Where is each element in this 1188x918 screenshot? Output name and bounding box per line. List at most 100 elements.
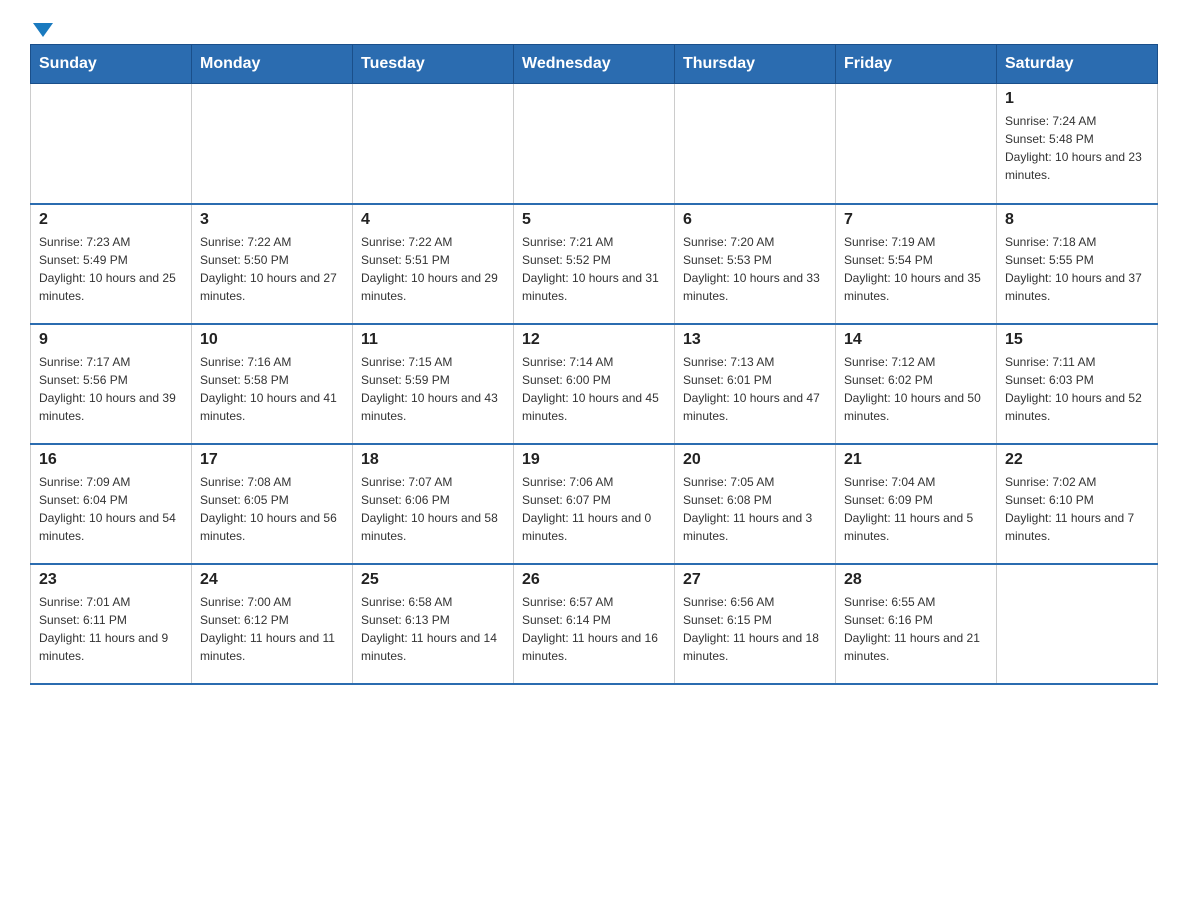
calendar-cell: 2Sunrise: 7:23 AMSunset: 5:49 PMDaylight… (31, 204, 192, 324)
day-number: 27 (683, 571, 827, 589)
day-info: Sunrise: 6:58 AMSunset: 6:13 PMDaylight:… (361, 593, 505, 665)
day-number: 24 (200, 571, 344, 589)
day-number: 9 (39, 331, 183, 349)
day-number: 18 (361, 451, 505, 469)
calendar-cell: 15 Sunrise: 7:11 AMSunset: 6:03 PMDayligh… (997, 324, 1158, 444)
calendar-cell: 4 Sunrise: 7:22 AMSunset: 5:51 PMDaylight… (353, 204, 514, 324)
day-number: 11 (361, 331, 505, 349)
calendar-cell: 8 Sunrise: 7:18 AMSunset: 5:55 PMDaylight… (997, 204, 1158, 324)
calendar-cell: 22 Sunrise: 7:02 AMSunset: 6:10 PMDayligh… (997, 444, 1158, 564)
day-number: 19 (522, 451, 666, 469)
day-number: 4 (361, 211, 505, 229)
weekday-header-row: SundayMondayTuesdayWednesdayThursdayFrid… (31, 45, 1158, 84)
logo (30, 20, 53, 34)
day-info: Sunrise: 7:13 AMSunset: 6:01 PMDaylight:… (683, 353, 827, 425)
day-info: Sunrise: 7:05 AMSunset: 6:08 PMDaylight:… (683, 473, 827, 545)
day-info: Sunrise: 7:15 AMSunset: 5:59 PMDaylight:… (361, 353, 505, 425)
day-info: Sunrise: 7:21 AMSunset: 5:52 PMDaylight:… (522, 233, 666, 305)
calendar-cell: 9 Sunrise: 7:17 AMSunset: 5:56 PMDaylight… (31, 324, 192, 444)
calendar-cell (31, 84, 192, 204)
day-number: 26 (522, 571, 666, 589)
calendar-cell: 5 Sunrise: 7:21 AMSunset: 5:52 PMDaylight… (514, 204, 675, 324)
day-info: Sunrise: 7:17 AMSunset: 5:56 PMDaylight:… (39, 353, 183, 425)
calendar-week-row: 1Sunrise: 7:24 AMSunset: 5:48 PMDaylight… (31, 84, 1158, 204)
calendar-cell: 16 Sunrise: 7:09 AMSunset: 6:04 PMDayligh… (31, 444, 192, 564)
day-info: Sunrise: 7:18 AMSunset: 5:55 PMDaylight:… (1005, 233, 1149, 305)
calendar-week-row: 16 Sunrise: 7:09 AMSunset: 6:04 PMDayligh… (31, 444, 1158, 564)
calendar-cell: 17 Sunrise: 7:08 AMSunset: 6:05 PMDayligh… (192, 444, 353, 564)
day-number: 7 (844, 211, 988, 229)
day-number: 6 (683, 211, 827, 229)
day-number: 2 (39, 211, 183, 229)
calendar-cell: 6 Sunrise: 7:20 AMSunset: 5:53 PMDaylight… (675, 204, 836, 324)
calendar-cell: 12Sunrise: 7:14 AMSunset: 6:00 PMDayligh… (514, 324, 675, 444)
day-info: Sunrise: 7:14 AMSunset: 6:00 PMDaylight:… (522, 353, 666, 425)
day-info: Sunrise: 7:06 AMSunset: 6:07 PMDaylight:… (522, 473, 666, 545)
day-info: Sunrise: 7:07 AMSunset: 6:06 PMDaylight:… (361, 473, 505, 545)
day-info: Sunrise: 7:22 AMSunset: 5:51 PMDaylight:… (361, 233, 505, 305)
calendar-cell: 14 Sunrise: 7:12 AMSunset: 6:02 PMDayligh… (836, 324, 997, 444)
weekday-header-tuesday: Tuesday (353, 45, 514, 84)
calendar-cell: 25 Sunrise: 6:58 AMSunset: 6:13 PMDayligh… (353, 564, 514, 684)
day-info: Sunrise: 7:04 AMSunset: 6:09 PMDaylight:… (844, 473, 988, 545)
weekday-header-sunday: Sunday (31, 45, 192, 84)
day-number: 28 (844, 571, 988, 589)
weekday-header-thursday: Thursday (675, 45, 836, 84)
day-number: 20 (683, 451, 827, 469)
calendar-cell (836, 84, 997, 204)
weekday-header-monday: Monday (192, 45, 353, 84)
calendar-cell: 26Sunrise: 6:57 AMSunset: 6:14 PMDayligh… (514, 564, 675, 684)
day-info: Sunrise: 7:01 AMSunset: 6:11 PMDaylight:… (39, 593, 183, 665)
day-number: 22 (1005, 451, 1149, 469)
weekday-header-saturday: Saturday (997, 45, 1158, 84)
calendar-cell: 13 Sunrise: 7:13 AMSunset: 6:01 PMDayligh… (675, 324, 836, 444)
calendar-cell: 10 Sunrise: 7:16 AMSunset: 5:58 PMDayligh… (192, 324, 353, 444)
calendar-cell: 7 Sunrise: 7:19 AMSunset: 5:54 PMDaylight… (836, 204, 997, 324)
day-info: Sunrise: 7:02 AMSunset: 6:10 PMDaylight:… (1005, 473, 1149, 545)
calendar-cell: 11 Sunrise: 7:15 AMSunset: 5:59 PMDayligh… (353, 324, 514, 444)
calendar-cell: 1Sunrise: 7:24 AMSunset: 5:48 PMDaylight… (997, 84, 1158, 204)
calendar-week-row: 23 Sunrise: 7:01 AMSunset: 6:11 PMDayligh… (31, 564, 1158, 684)
day-number: 25 (361, 571, 505, 589)
calendar-cell: 3Sunrise: 7:22 AMSunset: 5:50 PMDaylight… (192, 204, 353, 324)
calendar-cell: 24 Sunrise: 7:00 AMSunset: 6:12 PMDayligh… (192, 564, 353, 684)
calendar-cell: 19 Sunrise: 7:06 AMSunset: 6:07 PMDayligh… (514, 444, 675, 564)
day-number: 17 (200, 451, 344, 469)
day-info: Sunrise: 7:12 AMSunset: 6:02 PMDaylight:… (844, 353, 988, 425)
calendar-cell: 20 Sunrise: 7:05 AMSunset: 6:08 PMDayligh… (675, 444, 836, 564)
day-info: Sunrise: 6:56 AMSunset: 6:15 PMDaylight:… (683, 593, 827, 665)
calendar-week-row: 9 Sunrise: 7:17 AMSunset: 5:56 PMDaylight… (31, 324, 1158, 444)
day-number: 10 (200, 331, 344, 349)
day-info: Sunrise: 7:19 AMSunset: 5:54 PMDaylight:… (844, 233, 988, 305)
day-info: Sunrise: 7:20 AMSunset: 5:53 PMDaylight:… (683, 233, 827, 305)
calendar-week-row: 2Sunrise: 7:23 AMSunset: 5:49 PMDaylight… (31, 204, 1158, 324)
calendar-cell (675, 84, 836, 204)
weekday-header-friday: Friday (836, 45, 997, 84)
day-info: Sunrise: 7:22 AMSunset: 5:50 PMDaylight:… (200, 233, 344, 305)
calendar-cell (514, 84, 675, 204)
calendar-cell: 23 Sunrise: 7:01 AMSunset: 6:11 PMDayligh… (31, 564, 192, 684)
day-info: Sunrise: 7:24 AMSunset: 5:48 PMDaylight:… (1005, 112, 1149, 184)
day-number: 21 (844, 451, 988, 469)
day-number: 16 (39, 451, 183, 469)
calendar-cell: 21 Sunrise: 7:04 AMSunset: 6:09 PMDayligh… (836, 444, 997, 564)
day-info: Sunrise: 7:08 AMSunset: 6:05 PMDaylight:… (200, 473, 344, 545)
day-info: Sunrise: 7:00 AMSunset: 6:12 PMDaylight:… (200, 593, 344, 665)
day-info: Sunrise: 7:09 AMSunset: 6:04 PMDaylight:… (39, 473, 183, 545)
day-number: 8 (1005, 211, 1149, 229)
day-info: Sunrise: 7:16 AMSunset: 5:58 PMDaylight:… (200, 353, 344, 425)
logo-arrow-icon (33, 23, 53, 37)
calendar-cell (353, 84, 514, 204)
calendar-table: SundayMondayTuesdayWednesdayThursdayFrid… (30, 44, 1158, 685)
calendar-cell (997, 564, 1158, 684)
day-number: 23 (39, 571, 183, 589)
day-number: 15 (1005, 331, 1149, 349)
day-number: 13 (683, 331, 827, 349)
day-number: 14 (844, 331, 988, 349)
day-number: 5 (522, 211, 666, 229)
day-info: Sunrise: 7:11 AMSunset: 6:03 PMDaylight:… (1005, 353, 1149, 425)
page-header (30, 20, 1158, 34)
weekday-header-wednesday: Wednesday (514, 45, 675, 84)
calendar-cell: 27 Sunrise: 6:56 AMSunset: 6:15 PMDayligh… (675, 564, 836, 684)
calendar-cell (192, 84, 353, 204)
